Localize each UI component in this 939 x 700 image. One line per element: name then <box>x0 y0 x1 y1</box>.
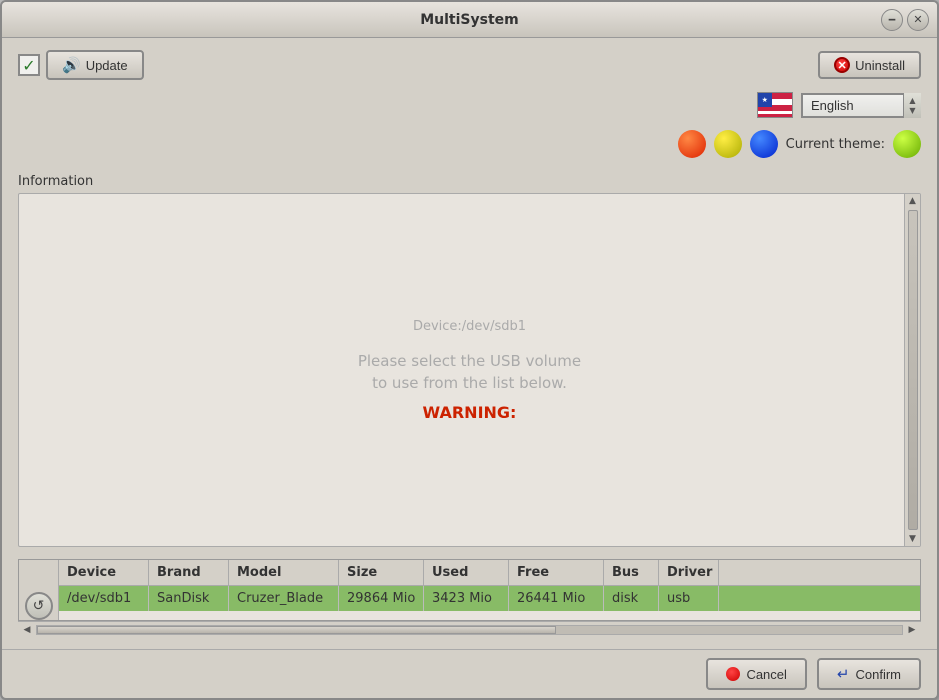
uninstall-label: Uninstall <box>855 58 905 73</box>
horizontal-scrollbar: ◀ ▶ <box>18 621 921 637</box>
cell-device: /dev/sdb1 <box>59 586 149 611</box>
cell-brand: SanDisk <box>149 586 229 611</box>
language-row: ★ English Français Deutsch Español Itali… <box>18 92 921 118</box>
scroll-down-button[interactable]: ▼ <box>906 532 920 546</box>
scroll-thumb[interactable] <box>908 210 918 530</box>
title-bar: MultiSystem 🗕 ✕ <box>2 2 937 38</box>
select-arrows: ▲ ▼ <box>903 93 921 118</box>
update-checkbox[interactable]: ✓ <box>18 54 40 76</box>
cell-model: Cruzer_Blade <box>229 586 339 611</box>
bottom-bar: Cancel ↵ Confirm <box>2 649 937 698</box>
flag-icon: ★ <box>757 92 793 118</box>
info-box: Device:/dev/sdb1 Please select the USB v… <box>18 193 921 547</box>
device-text: Device:/dev/sdb1 <box>413 319 526 334</box>
warning-text: WARNING: <box>423 403 517 422</box>
col-header-free: Free <box>509 560 604 585</box>
cell-bus: disk <box>604 586 659 611</box>
cancel-label: Cancel <box>746 667 786 682</box>
info-main-text: Please select the USB volumeto use from … <box>358 350 581 395</box>
info-label: Information <box>18 174 921 189</box>
info-section: Information Device:/dev/sdb1 Please sele… <box>18 174 921 547</box>
close-icon: ✕ <box>913 13 922 26</box>
table-side: ↺ <box>19 560 59 620</box>
confirm-label: Confirm <box>855 667 901 682</box>
cell-size: 29864 Mio <box>339 586 424 611</box>
table-header: Device Brand Model Size Used Free Bus Dr… <box>59 560 920 586</box>
cancel-button[interactable]: Cancel <box>706 658 806 690</box>
uninstall-icon: ✕ <box>834 57 850 73</box>
update-button[interactable]: 🔊 Update <box>46 50 144 80</box>
table-row[interactable]: /dev/sdb1 SanDisk Cruzer_Blade 29864 Mio… <box>59 586 920 611</box>
device-table-section: ↺ Device Brand Model Size Used Free Bus … <box>18 559 921 637</box>
theme-red-button[interactable] <box>678 130 706 158</box>
arrow-up-icon: ▲ <box>909 96 915 105</box>
col-header-bus: Bus <box>604 560 659 585</box>
close-button[interactable]: ✕ <box>907 9 929 31</box>
minimize-icon: 🗕 <box>888 10 896 29</box>
col-header-model: Model <box>229 560 339 585</box>
confirm-button[interactable]: ↵ Confirm <box>817 658 921 690</box>
theme-blue-button[interactable] <box>750 130 778 158</box>
scroll-up-button[interactable]: ▲ <box>906 194 920 208</box>
window-title: MultiSystem <box>420 12 519 28</box>
uninstall-button[interactable]: ✕ Uninstall <box>818 51 921 79</box>
arrow-down-icon: ▼ <box>909 106 915 115</box>
update-label: Update <box>86 58 128 73</box>
hscroll-thumb[interactable] <box>37 626 556 634</box>
main-window: MultiSystem 🗕 ✕ ✓ 🔊 Update <box>0 0 939 700</box>
window-controls: 🗕 ✕ <box>881 9 929 31</box>
language-select-wrapper: English Français Deutsch Español Italian… <box>801 93 921 118</box>
hscroll-left-button[interactable]: ◀ <box>20 624 34 636</box>
cell-driver: usb <box>659 586 719 611</box>
content-area: ✓ 🔊 Update ✕ Uninstall ★ <box>2 38 937 649</box>
theme-yellow-button[interactable] <box>714 130 742 158</box>
cancel-icon <box>726 667 740 681</box>
theme-row: Current theme: <box>18 130 921 158</box>
toolbar-row: ✓ 🔊 Update ✕ Uninstall <box>18 50 921 80</box>
col-header-used: Used <box>424 560 509 585</box>
theme-current-indicator <box>893 130 921 158</box>
col-header-driver: Driver <box>659 560 719 585</box>
refresh-button[interactable]: ↺ <box>25 592 53 620</box>
current-theme-label: Current theme: <box>786 137 885 152</box>
col-header-device: Device <box>59 560 149 585</box>
hscroll-track <box>36 625 903 635</box>
hscroll-right-button[interactable]: ▶ <box>905 624 919 636</box>
col-header-brand: Brand <box>149 560 229 585</box>
cell-used: 3423 Mio <box>424 586 509 611</box>
col-header-size: Size <box>339 560 424 585</box>
update-icon: 🔊 <box>62 56 81 74</box>
minimize-button[interactable]: 🗕 <box>881 9 903 31</box>
cell-free: 26441 Mio <box>509 586 604 611</box>
info-scrollbar: ▲ ▼ <box>904 194 920 546</box>
check-icon: ✓ <box>22 56 35 75</box>
confirm-icon: ↵ <box>837 665 850 683</box>
toolbar-left: ✓ 🔊 Update <box>18 50 144 80</box>
table-body: /dev/sdb1 SanDisk Cruzer_Blade 29864 Mio… <box>59 586 920 611</box>
table-main: Device Brand Model Size Used Free Bus Dr… <box>59 560 920 620</box>
table-outer: ↺ Device Brand Model Size Used Free Bus … <box>18 559 921 621</box>
toolbar-right: ✕ Uninstall <box>818 51 921 79</box>
